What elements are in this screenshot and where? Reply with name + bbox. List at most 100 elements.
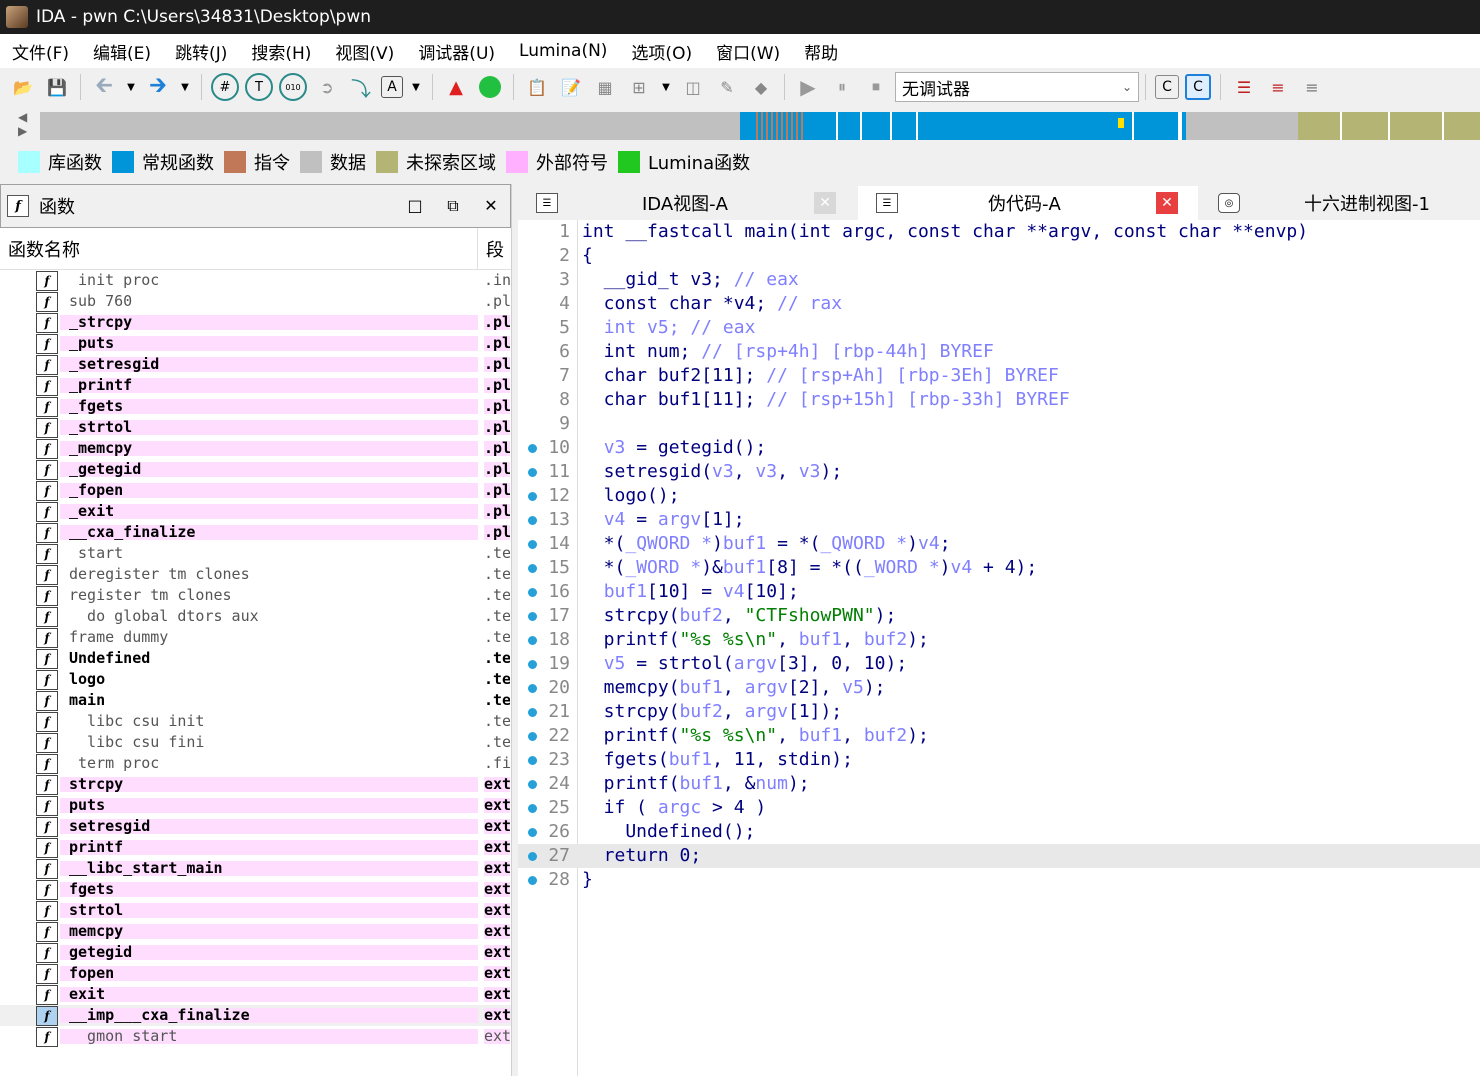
function-row[interactable]: f __libc_csu_init .text — [0, 711, 511, 732]
function-row[interactable]: f_strtol .plt — [0, 417, 511, 438]
function-row[interactable]: f__imp___cxa_finalize extern — [0, 1005, 511, 1026]
function-row[interactable]: f sub_760 .plt — [0, 291, 511, 312]
maximize-icon[interactable]: □ — [396, 196, 434, 216]
copy-icon[interactable]: 📋 — [523, 73, 551, 101]
edit-icon[interactable]: ✎ — [713, 73, 741, 101]
function-row[interactable]: f__cxa_finalize .plt — [0, 522, 511, 543]
c-refresh-icon[interactable]: C — [1185, 74, 1211, 100]
tab-hex-view[interactable]: ◎ 十六进制视图-1 — [1200, 186, 1480, 220]
debugger-select[interactable]: 无调试器 ⌄ — [895, 72, 1139, 102]
function-row[interactable]: fstrcpy extern — [0, 774, 511, 795]
function-row[interactable]: f__gmon_start__ extern — [0, 1026, 511, 1047]
function-row[interactable]: fputs extern — [0, 795, 511, 816]
function-row[interactable]: f_memcpy .plt — [0, 438, 511, 459]
close-icon[interactable]: ✕ — [1156, 192, 1178, 214]
c-icon[interactable]: C — [1155, 75, 1179, 99]
tab-pseudocode[interactable]: ☰ 伪代码-A ✕ — [858, 186, 1198, 220]
function-row[interactable]: f register_tm_clones .text — [0, 585, 511, 606]
list-red-icon[interactable]: ≡ — [1264, 73, 1292, 101]
menu-item[interactable]: 帮助 — [792, 39, 850, 64]
step-icon[interactable]: ⤵ — [347, 73, 375, 101]
hex-icon[interactable]: # — [211, 73, 239, 101]
function-row[interactable]: f __do_global_dtors_aux .text — [0, 606, 511, 627]
code-line[interactable]: 5 int v5; // eax — [518, 316, 1480, 340]
function-row[interactable]: fmemcpy extern — [0, 921, 511, 942]
tab-ida-view[interactable]: ☰ IDA视图-A ✕ — [518, 186, 856, 220]
code-line[interactable]: 10 v3 = getegid(); — [518, 436, 1480, 460]
list-icon[interactable]: ☰ — [1230, 73, 1258, 101]
nav-arrows-icon[interactable]: ◀ ▶ — [18, 110, 32, 142]
function-row[interactable]: f_exit .plt — [0, 501, 511, 522]
restore-icon[interactable]: ⧉ — [434, 196, 472, 216]
function-row[interactable]: fmain .text — [0, 690, 511, 711]
code-line[interactable]: 13 v4 = argv[1]; — [518, 508, 1480, 532]
code-line[interactable]: 7 char buf2[11]; // [rsp+Ah] [rbp-3Eh] B… — [518, 364, 1480, 388]
function-row[interactable]: f_printf .plt — [0, 375, 511, 396]
string-icon[interactable]: A — [381, 76, 403, 98]
code-line[interactable]: 20 memcpy(buf1, argv[2], v5); — [518, 676, 1480, 700]
marker-icon[interactable]: ◆ — [747, 73, 775, 101]
menu-item[interactable]: 搜索(H) — [239, 39, 323, 64]
function-row[interactable]: f __libc_csu_fini .text — [0, 732, 511, 753]
dropdown-icon[interactable]: ▼ — [409, 73, 423, 101]
code-line[interactable]: 8 char buf1[11]; // [rsp+15h] [rbp-33h] … — [518, 388, 1480, 412]
function-row[interactable]: f__libc_start_main extern — [0, 858, 511, 879]
menu-item[interactable]: 文件(F) — [0, 39, 81, 64]
function-row[interactable]: f_strcpy .plt — [0, 312, 511, 333]
code-line[interactable]: 24 printf(buf1, &num); — [518, 772, 1480, 796]
column-segment[interactable]: 段 — [478, 236, 504, 262]
function-row[interactable]: f_fgets .plt — [0, 396, 511, 417]
navigation-bar[interactable] — [40, 112, 1480, 140]
jump-icon[interactable]: ➲ — [313, 73, 341, 101]
function-row[interactable]: ffopen extern — [0, 963, 511, 984]
code-line[interactable]: 4 const char *v4; // rax — [518, 292, 1480, 316]
green-circle-icon[interactable] — [476, 73, 504, 101]
function-row[interactable]: f Undefined .text — [0, 648, 511, 669]
open-icon[interactable]: 📂 — [9, 73, 37, 101]
back-icon[interactable]: 🡰 — [90, 73, 118, 101]
pseudocode-editor[interactable]: 1 int __fastcall main(int argc, const cha… — [518, 220, 1480, 1076]
function-row[interactable]: f_fopen .plt — [0, 480, 511, 501]
menu-item[interactable]: Lumina(N) — [507, 41, 619, 61]
pause-icon[interactable]: ⏸ — [828, 73, 856, 101]
code-line[interactable]: 28} — [518, 868, 1480, 892]
play-icon[interactable]: ▶ — [794, 73, 822, 101]
code-line[interactable]: 14 *(_QWORD *)buf1 = *(_QWORD *)v4; — [518, 532, 1480, 556]
function-row[interactable]: fstrtol extern — [0, 900, 511, 921]
code-line[interactable]: 16 buf1[10] = v4[10]; — [518, 580, 1480, 604]
code-line[interactable]: 2{ — [518, 244, 1480, 268]
function-row[interactable]: fexit extern — [0, 984, 511, 1005]
code-line[interactable]: 11 setresgid(v3, v3, v3); — [518, 460, 1480, 484]
dropdown-icon[interactable]: ▼ — [659, 73, 673, 101]
bookmark-icon[interactable]: ◫ — [679, 73, 707, 101]
code-line[interactable]: 15 *(_WORD *)&buf1[8] = *((_WORD *)v4 + … — [518, 556, 1480, 580]
function-row[interactable]: f deregister_tm_clones .text — [0, 564, 511, 585]
menu-item[interactable]: 窗口(W) — [704, 39, 792, 64]
menu-item[interactable]: 调试器(U) — [406, 39, 507, 64]
function-row[interactable]: f _init_proc .init — [0, 270, 511, 291]
close-icon[interactable]: ✕ — [472, 196, 510, 216]
function-row[interactable]: f _start .text — [0, 543, 511, 564]
function-row[interactable]: f _term_proc .fini — [0, 753, 511, 774]
code-line[interactable]: 19 v5 = strtol(argv[3], 0, 10); — [518, 652, 1480, 676]
dropdown-icon[interactable]: ▼ — [178, 73, 192, 101]
code-line[interactable]: 21 strcpy(buf2, argv[1]); — [518, 700, 1480, 724]
code-line[interactable]: 6 int num; // [rsp+4h] [rbp-44h] BYREF — [518, 340, 1480, 364]
function-row[interactable]: fgetegid extern — [0, 942, 511, 963]
menu-item[interactable]: 选项(O) — [619, 39, 704, 64]
forward-icon[interactable]: 🡲 — [144, 73, 172, 101]
function-row[interactable]: fprintf extern — [0, 837, 511, 858]
code-line[interactable]: 22 printf("%s %s\n", buf1, buf2); — [518, 724, 1480, 748]
list-gray-icon[interactable]: ≡ — [1298, 73, 1326, 101]
code-line[interactable]: 17 strcpy(buf2, "CTFshowPWN"); — [518, 604, 1480, 628]
graph-icon[interactable]: ▲ — [442, 73, 470, 101]
code-line[interactable]: 27 return 0; — [518, 844, 1480, 868]
code-line[interactable]: 26 Undefined(); — [518, 820, 1480, 844]
function-row[interactable]: ffgets extern — [0, 879, 511, 900]
menu-item[interactable]: 跳转(J) — [163, 39, 239, 64]
save-icon[interactable]: 💾 — [43, 73, 71, 101]
code-line[interactable]: 3 __gid_t v3; // eax — [518, 268, 1480, 292]
code-line[interactable]: 12 logo(); — [518, 484, 1480, 508]
dropdown-icon[interactable]: ▼ — [124, 73, 138, 101]
column-function-name[interactable]: 函数名称 — [0, 228, 478, 269]
